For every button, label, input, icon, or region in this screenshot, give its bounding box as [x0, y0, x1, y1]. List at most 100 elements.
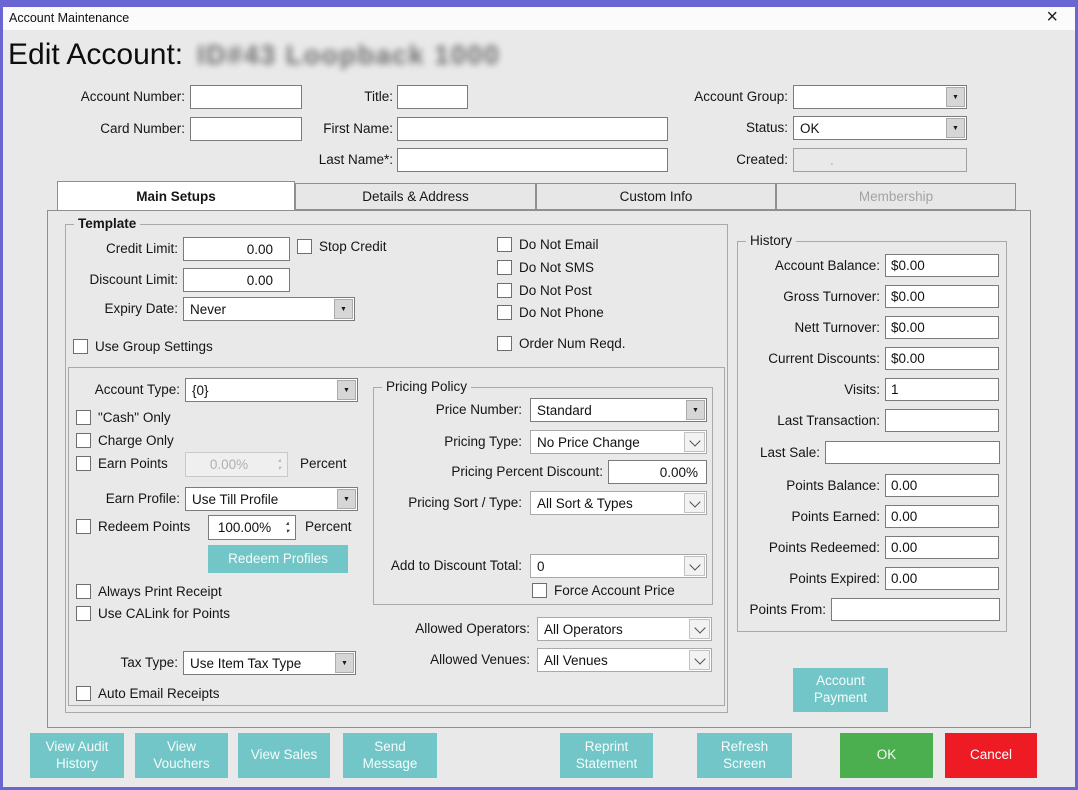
earn-profile-combo[interactable]: Use Till Profile ▼ — [185, 487, 358, 511]
credit-limit-field[interactable] — [183, 237, 290, 261]
order-num-reqd-checkbox[interactable] — [497, 336, 512, 351]
order-num-reqd-checkbox-field: Order Num Reqd. — [497, 336, 626, 351]
spin-up-icon[interactable]: ▴ — [286, 520, 289, 527]
cash-only-label: "Cash" Only — [98, 410, 171, 425]
spinner-arrows-icon[interactable]: ▴▾ — [280, 516, 295, 539]
auto-email-receipts-checkbox[interactable] — [76, 686, 91, 701]
redeem-points-checkbox[interactable] — [76, 519, 91, 534]
dropdown-arrow-icon[interactable]: ▼ — [686, 400, 705, 420]
add-to-discount-total-combo[interactable]: 0 — [530, 554, 707, 578]
always-print-receipt-label: Always Print Receipt — [98, 584, 222, 599]
pricing-percent-discount-field[interactable] — [608, 460, 707, 484]
pricing-sort-type-combo[interactable]: All Sort & Types — [530, 491, 707, 515]
send-message-button[interactable]: Send Message — [343, 733, 437, 778]
charge-only-checkbox[interactable] — [76, 433, 91, 448]
dropdown-arrow-icon[interactable]: ▼ — [334, 299, 353, 319]
template-group-legend: Template — [74, 216, 140, 231]
account-number-field[interactable] — [190, 85, 302, 109]
pricing-sort-type-label: Pricing Sort / Type: — [408, 495, 522, 510]
do-not-sms-checkbox[interactable] — [497, 260, 512, 275]
stop-credit-checkbox[interactable] — [297, 239, 312, 254]
add-to-discount-total-value: 0 — [531, 559, 683, 574]
first-name-field[interactable] — [397, 117, 668, 141]
tax-type-label: Tax Type: — [120, 655, 178, 670]
cash-only-checkbox[interactable] — [76, 410, 91, 425]
chevron-down-icon[interactable] — [684, 493, 705, 513]
tab-details-address[interactable]: Details & Address — [295, 183, 536, 210]
allowed-venues-combo[interactable]: All Venues — [537, 648, 712, 672]
points-balance-label: Points Balance: — [786, 478, 880, 493]
view-vouchers-button[interactable]: View Vouchers — [135, 733, 228, 778]
spinner-arrows-icon: ▴▾ — [272, 453, 287, 476]
pricing-type-combo[interactable]: No Price Change — [530, 430, 707, 454]
chevron-down-icon[interactable] — [684, 556, 705, 576]
earn-points-label: Earn Points — [98, 456, 168, 471]
credit-limit-label: Credit Limit: — [106, 241, 178, 256]
nett-turnover-label: Nett Turnover: — [794, 320, 880, 335]
earn-points-checkbox[interactable] — [76, 456, 91, 471]
chevron-down-icon[interactable] — [689, 650, 710, 670]
last-name-field[interactable] — [397, 148, 668, 172]
dropdown-arrow-icon[interactable]: ▼ — [946, 87, 965, 107]
tab-main-setups[interactable]: Main Setups — [57, 181, 295, 210]
dropdown-arrow-icon[interactable]: ▼ — [337, 380, 356, 400]
account-number-label: Account Number: — [81, 89, 185, 104]
price-number-combo[interactable]: Standard ▼ — [530, 398, 707, 422]
view-audit-history-button[interactable]: View Audit History — [30, 733, 124, 778]
allowed-venues-value: All Venues — [538, 653, 688, 668]
dropdown-arrow-icon[interactable]: ▼ — [335, 653, 354, 673]
always-print-receipt-checkbox[interactable] — [76, 584, 91, 599]
current-discounts-label: Current Discounts: — [768, 351, 880, 366]
account-group-combo[interactable]: ▼ — [793, 85, 967, 109]
page-title: Edit Account: — [8, 38, 183, 72]
title-field[interactable] — [397, 85, 468, 109]
status-label: Status: — [746, 120, 788, 135]
do-not-sms-checkbox-field: Do Not SMS — [497, 260, 594, 275]
ok-button[interactable]: OK — [840, 733, 933, 778]
tab-custom-info[interactable]: Custom Info — [536, 183, 776, 210]
account-group-label: Account Group: — [694, 89, 788, 104]
do-not-phone-checkbox-field: Do Not Phone — [497, 305, 604, 320]
use-calink-checkbox[interactable] — [76, 606, 91, 621]
allowed-operators-combo[interactable]: All Operators — [537, 617, 712, 641]
view-sales-button[interactable]: View Sales — [238, 733, 330, 778]
use-group-settings-checkbox[interactable] — [73, 339, 88, 354]
refresh-screen-button[interactable]: Refresh Screen — [697, 733, 792, 778]
redeem-profiles-button[interactable]: Redeem Profiles — [208, 545, 348, 573]
window-title: Account Maintenance — [9, 11, 129, 25]
expiry-date-combo[interactable]: Never ▼ — [183, 297, 355, 321]
tax-type-combo[interactable]: Use Item Tax Type ▼ — [183, 651, 356, 675]
do-not-phone-checkbox[interactable] — [497, 305, 512, 320]
chevron-down-icon[interactable] — [684, 432, 705, 452]
last-transaction-field — [885, 409, 999, 432]
card-number-field[interactable] — [190, 117, 302, 141]
account-type-combo[interactable]: {0} ▼ — [185, 378, 358, 402]
spin-down-icon[interactable]: ▾ — [286, 528, 289, 535]
status-combo[interactable]: OK ▼ — [793, 116, 967, 140]
reprint-statement-button[interactable]: Reprint Statement — [560, 733, 653, 778]
points-expired-label: Points Expired: — [789, 571, 880, 586]
points-expired-field — [885, 567, 999, 590]
current-discounts-field — [885, 347, 999, 370]
charge-only-label: Charge Only — [98, 433, 174, 448]
force-account-price-checkbox[interactable] — [532, 583, 547, 598]
cancel-button[interactable]: Cancel — [945, 733, 1037, 778]
dropdown-arrow-icon[interactable]: ▼ — [337, 489, 356, 509]
history-legend: History — [746, 233, 796, 248]
chevron-down-icon[interactable] — [689, 619, 710, 639]
discount-limit-field[interactable] — [183, 268, 290, 292]
pricing-policy-legend: Pricing Policy — [382, 379, 471, 394]
close-icon[interactable]: × — [1046, 6, 1058, 29]
last-sale-field — [825, 441, 1000, 464]
price-number-value: Standard — [531, 403, 685, 418]
do-not-email-label: Do Not Email — [519, 237, 599, 252]
account-payment-button[interactable]: Account Payment — [793, 668, 888, 712]
dropdown-arrow-icon[interactable]: ▼ — [946, 118, 965, 138]
do-not-email-checkbox[interactable] — [497, 237, 512, 252]
add-to-discount-total-label: Add to Discount Total: — [391, 558, 522, 573]
gross-turnover-field — [885, 285, 999, 308]
gross-turnover-label: Gross Turnover: — [783, 289, 880, 304]
do-not-post-checkbox[interactable] — [497, 283, 512, 298]
redeem-points-spinner[interactable]: 100.00% ▴▾ — [208, 515, 296, 540]
status-value: OK — [794, 121, 945, 136]
